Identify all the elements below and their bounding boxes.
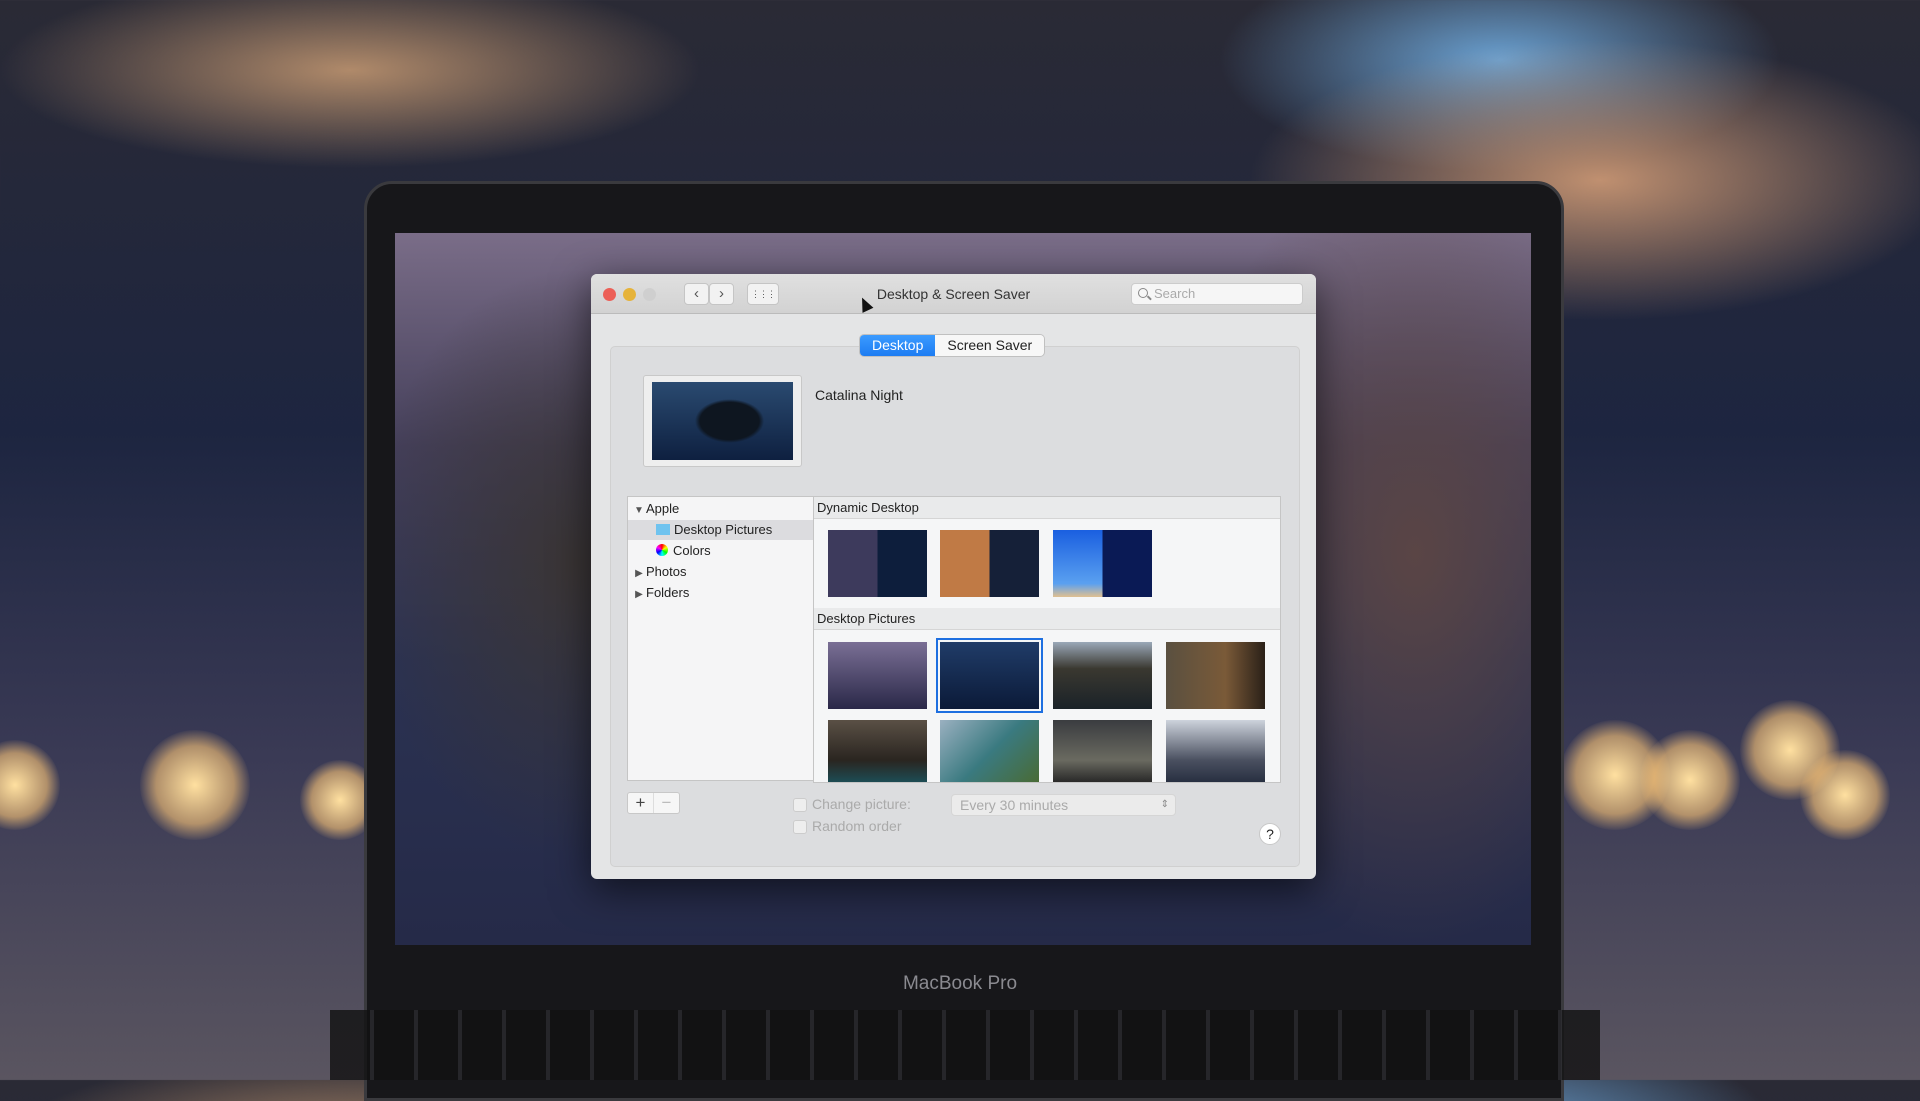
source-item-desktop-pictures[interactable]: Desktop Pictures (628, 520, 813, 540)
section-header-pictures: Desktop Pictures (814, 608, 1280, 630)
interval-select[interactable]: Every 30 minutes ⇕ (951, 794, 1176, 816)
wallpaper-thumb[interactable] (1166, 642, 1265, 709)
add-remove-buttons: + − (627, 792, 680, 814)
picture-browser[interactable]: Dynamic Desktop Desktop Pictures (813, 496, 1281, 783)
wallpaper-thumb[interactable] (1166, 720, 1265, 782)
source-label: Photos (646, 564, 687, 579)
source-item-colors[interactable]: Colors (628, 541, 813, 561)
bokeh-light (0, 740, 60, 830)
preferences-window: ‹ › ⋮⋮⋮ Desktop & Screen Saver Search De… (591, 274, 1316, 879)
random-order-checkbox[interactable] (793, 820, 807, 835)
source-label: Folders (646, 585, 690, 600)
updown-chevron-icon: ⇕ (1160, 799, 1169, 810)
source-label: Desktop Pictures (674, 522, 773, 537)
source-item-folders[interactable]: ▶ Folders (628, 583, 813, 603)
bokeh-light (1640, 730, 1740, 830)
wallpaper-thumb-mojave-dynamic[interactable] (940, 530, 1039, 597)
add-folder-button[interactable]: + (628, 793, 653, 813)
preview-image (652, 382, 793, 460)
bokeh-light (1800, 750, 1890, 840)
tab-bar: Desktop Screen Saver (860, 335, 1045, 356)
keyboard (330, 1010, 1600, 1080)
source-label: Apple (646, 501, 680, 516)
source-item-photos[interactable]: ▶ Photos (628, 562, 813, 582)
wallpaper-thumb-selected[interactable] (936, 638, 1043, 713)
wallpaper-thumb[interactable] (828, 720, 927, 782)
random-order-label: Random order (812, 818, 902, 834)
remove-folder-button[interactable]: − (653, 793, 679, 813)
section-header-dynamic: Dynamic Desktop (814, 497, 1280, 519)
random-order-option[interactable]: Random order (793, 818, 902, 835)
current-picture-name: Catalina Night (815, 387, 903, 403)
disclosure-triangle-icon[interactable]: ▶ (632, 585, 646, 605)
help-button[interactable]: ? (1259, 823, 1281, 845)
folder-icon (656, 524, 670, 535)
color-wheel-icon (656, 544, 668, 556)
wallpaper-thumb[interactable] (940, 720, 1039, 782)
wallpaper-thumb[interactable] (828, 642, 927, 709)
source-label: Colors (673, 543, 711, 558)
source-item-apple[interactable]: ▼ Apple (628, 499, 813, 519)
wallpaper-thumb[interactable] (1053, 642, 1152, 709)
content-layer: Catalina Night ▼ Apple Desktop Pictures C… (591, 274, 1316, 879)
source-list: ▼ Apple Desktop Pictures Colors ▶ Photos ▶… (627, 496, 814, 781)
current-picture-preview (643, 375, 802, 467)
change-picture-checkbox[interactable] (793, 798, 807, 813)
content-panel: Catalina Night ▼ Apple Desktop Pictures C… (610, 346, 1300, 867)
change-picture-option[interactable]: Change picture: (793, 796, 911, 813)
bokeh-light (140, 730, 250, 840)
wallpaper-thumb[interactable] (1053, 720, 1152, 782)
disclosure-triangle-icon[interactable]: ▶ (632, 564, 646, 584)
wallpaper-thumb-solar-gradients[interactable] (1053, 530, 1152, 597)
interval-value: Every 30 minutes (960, 797, 1069, 813)
disclosure-triangle-icon[interactable]: ▼ (632, 501, 646, 521)
change-picture-label: Change picture: (812, 796, 911, 812)
wallpaper-thumb-catalina-dynamic[interactable] (828, 530, 927, 597)
laptop-brand-label: MacBook Pro (902, 973, 1018, 994)
tab-desktop[interactable]: Desktop (860, 335, 936, 356)
tab-screen-saver[interactable]: Screen Saver (935, 335, 1045, 356)
